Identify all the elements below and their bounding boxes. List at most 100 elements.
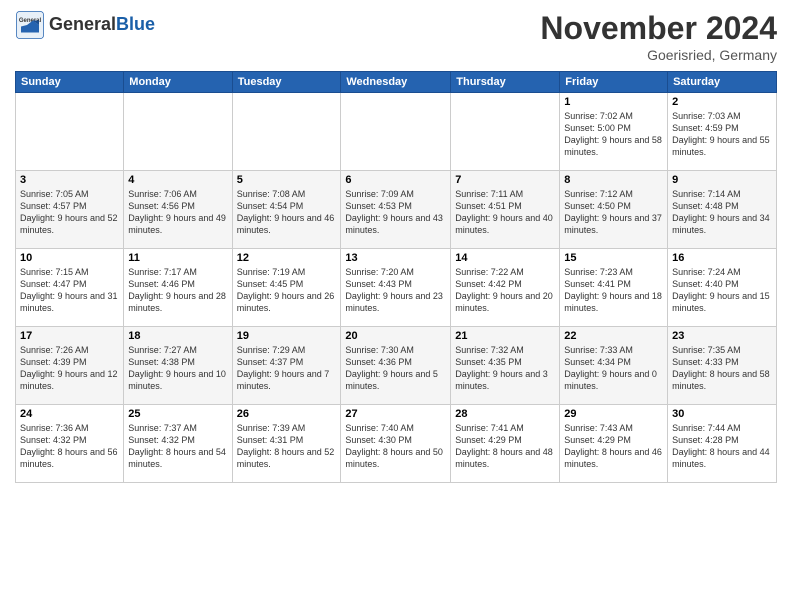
day-info: Sunrise: 7:41 AM Sunset: 4:29 PM Dayligh… <box>455 422 555 471</box>
table-row: 22 Sunrise: 7:33 AM Sunset: 4:34 PM Dayli… <box>560 327 668 405</box>
table-row: 19 Sunrise: 7:29 AM Sunset: 4:37 PM Dayli… <box>232 327 341 405</box>
day-info: Sunrise: 7:19 AM Sunset: 4:45 PM Dayligh… <box>237 266 337 315</box>
day-number: 6 <box>345 174 446 186</box>
table-row <box>232 93 341 171</box>
table-row: 15Sunrise: 7:23 AM Sunset: 4:41 PM Dayli… <box>560 249 668 327</box>
day-number: 27 <box>345 408 446 420</box>
table-row: 20 Sunrise: 7:30 AM Sunset: 4:36 PM Dayli… <box>341 327 451 405</box>
day-info: Sunrise: 7:17 AM Sunset: 4:46 PM Dayligh… <box>128 266 227 315</box>
day-info: Sunrise: 7:26 AM Sunset: 4:39 PM Dayligh… <box>20 344 119 393</box>
day-info: Sunrise: 7:02 AM Sunset: 5:00 PM Dayligh… <box>564 110 663 159</box>
day-number: 7 <box>455 174 555 186</box>
logo-icon: General <box>15 10 45 40</box>
day-info: Sunrise: 7:27 AM Sunset: 4:38 PM Dayligh… <box>128 344 227 393</box>
table-row: 21 Sunrise: 7:32 AM Sunset: 4:35 PM Dayli… <box>451 327 560 405</box>
day-info: Sunrise: 7:36 AM Sunset: 4:32 PM Dayligh… <box>20 422 119 471</box>
header-thursday: Thursday <box>451 72 560 93</box>
table-row: 2 Sunrise: 7:03 AM Sunset: 4:59 PM Daylig… <box>668 93 777 171</box>
logo-general-text: General <box>49 14 116 34</box>
table-row: 5 Sunrise: 7:08 AM Sunset: 4:54 PM Daylig… <box>232 171 341 249</box>
table-row: 1 Sunrise: 7:02 AM Sunset: 5:00 PM Daylig… <box>560 93 668 171</box>
table-row: 24 Sunrise: 7:36 AM Sunset: 4:32 PM Dayli… <box>16 405 124 483</box>
day-number: 19 <box>237 330 337 342</box>
day-number: 15 <box>564 252 663 264</box>
day-number: 14 <box>455 252 555 264</box>
day-number: 1 <box>564 96 663 108</box>
table-row: 30 Sunrise: 7:44 AM Sunset: 4:28 PM Dayli… <box>668 405 777 483</box>
header-friday: Friday <box>560 72 668 93</box>
day-number: 20 <box>345 330 446 342</box>
table-row: 3 Sunrise: 7:05 AM Sunset: 4:57 PM Daylig… <box>16 171 124 249</box>
table-row: 29 Sunrise: 7:43 AM Sunset: 4:29 PM Dayli… <box>560 405 668 483</box>
day-number: 28 <box>455 408 555 420</box>
table-row <box>124 93 232 171</box>
day-number: 16 <box>672 252 772 264</box>
table-row: 6Sunrise: 7:09 AM Sunset: 4:53 PM Daylig… <box>341 171 451 249</box>
day-number: 11 <box>128 252 227 264</box>
logo: General GeneralBlue <box>15 10 155 40</box>
day-info: Sunrise: 7:39 AM Sunset: 4:31 PM Dayligh… <box>237 422 337 471</box>
month-title: November 2024 <box>540 10 777 47</box>
day-number: 24 <box>20 408 119 420</box>
header-saturday: Saturday <box>668 72 777 93</box>
day-number: 10 <box>20 252 119 264</box>
table-row: 9 Sunrise: 7:14 AM Sunset: 4:48 PM Daylig… <box>668 171 777 249</box>
day-info: Sunrise: 7:33 AM Sunset: 4:34 PM Dayligh… <box>564 344 663 393</box>
table-row: 18 Sunrise: 7:27 AM Sunset: 4:38 PM Dayli… <box>124 327 232 405</box>
day-info: Sunrise: 7:32 AM Sunset: 4:35 PM Dayligh… <box>455 344 555 393</box>
title-block: November 2024 Goerisried, Germany <box>540 10 777 63</box>
day-info: Sunrise: 7:30 AM Sunset: 4:36 PM Dayligh… <box>345 344 446 393</box>
day-number: 29 <box>564 408 663 420</box>
day-number: 9 <box>672 174 772 186</box>
day-info: Sunrise: 7:44 AM Sunset: 4:28 PM Dayligh… <box>672 422 772 471</box>
table-row: 7 Sunrise: 7:11 AM Sunset: 4:51 PM Daylig… <box>451 171 560 249</box>
day-info: Sunrise: 7:22 AM Sunset: 4:42 PM Dayligh… <box>455 266 555 315</box>
day-number: 22 <box>564 330 663 342</box>
table-row <box>16 93 124 171</box>
day-info: Sunrise: 7:14 AM Sunset: 4:48 PM Dayligh… <box>672 188 772 237</box>
day-number: 26 <box>237 408 337 420</box>
day-info: Sunrise: 7:37 AM Sunset: 4:32 PM Dayligh… <box>128 422 227 471</box>
day-info: Sunrise: 7:40 AM Sunset: 4:30 PM Dayligh… <box>345 422 446 471</box>
day-info: Sunrise: 7:08 AM Sunset: 4:54 PM Dayligh… <box>237 188 337 237</box>
day-number: 8 <box>564 174 663 186</box>
day-info: Sunrise: 7:24 AM Sunset: 4:40 PM Dayligh… <box>672 266 772 315</box>
header-sunday: Sunday <box>16 72 124 93</box>
day-info: Sunrise: 7:11 AM Sunset: 4:51 PM Dayligh… <box>455 188 555 237</box>
table-row: 10 Sunrise: 7:15 AM Sunset: 4:47 PM Dayli… <box>16 249 124 327</box>
day-number: 30 <box>672 408 772 420</box>
day-info: Sunrise: 7:03 AM Sunset: 4:59 PM Dayligh… <box>672 110 772 159</box>
day-info: Sunrise: 7:15 AM Sunset: 4:47 PM Dayligh… <box>20 266 119 315</box>
day-number: 12 <box>237 252 337 264</box>
day-number: 5 <box>237 174 337 186</box>
table-row <box>451 93 560 171</box>
day-info: Sunrise: 7:43 AM Sunset: 4:29 PM Dayligh… <box>564 422 663 471</box>
day-number: 23 <box>672 330 772 342</box>
day-number: 13 <box>345 252 446 264</box>
table-row: 4 Sunrise: 7:06 AM Sunset: 4:56 PM Daylig… <box>124 171 232 249</box>
table-row: 26 Sunrise: 7:39 AM Sunset: 4:31 PM Dayli… <box>232 405 341 483</box>
header-wednesday: Wednesday <box>341 72 451 93</box>
day-info: Sunrise: 7:06 AM Sunset: 4:56 PM Dayligh… <box>128 188 227 237</box>
day-number: 21 <box>455 330 555 342</box>
day-number: 2 <box>672 96 772 108</box>
day-info: Sunrise: 7:29 AM Sunset: 4:37 PM Dayligh… <box>237 344 337 393</box>
day-number: 3 <box>20 174 119 186</box>
table-row: 16 Sunrise: 7:24 AM Sunset: 4:40 PM Dayli… <box>668 249 777 327</box>
header-tuesday: Tuesday <box>232 72 341 93</box>
day-number: 18 <box>128 330 227 342</box>
day-info: Sunrise: 7:20 AM Sunset: 4:43 PM Dayligh… <box>345 266 446 315</box>
day-number: 17 <box>20 330 119 342</box>
day-number: 4 <box>128 174 227 186</box>
table-row: 23 Sunrise: 7:35 AM Sunset: 4:33 PM Dayli… <box>668 327 777 405</box>
day-info: Sunrise: 7:05 AM Sunset: 4:57 PM Dayligh… <box>20 188 119 237</box>
header-monday: Monday <box>124 72 232 93</box>
logo-blue-text: Blue <box>116 14 155 34</box>
location: Goerisried, Germany <box>540 47 777 63</box>
day-info: Sunrise: 7:35 AM Sunset: 4:33 PM Dayligh… <box>672 344 772 393</box>
table-row: 11 Sunrise: 7:17 AM Sunset: 4:46 PM Dayli… <box>124 249 232 327</box>
table-row: 27 Sunrise: 7:40 AM Sunset: 4:30 PM Dayli… <box>341 405 451 483</box>
day-number: 25 <box>128 408 227 420</box>
table-row: 17 Sunrise: 7:26 AM Sunset: 4:39 PM Dayli… <box>16 327 124 405</box>
table-row: 13 Sunrise: 7:20 AM Sunset: 4:43 PM Dayli… <box>341 249 451 327</box>
